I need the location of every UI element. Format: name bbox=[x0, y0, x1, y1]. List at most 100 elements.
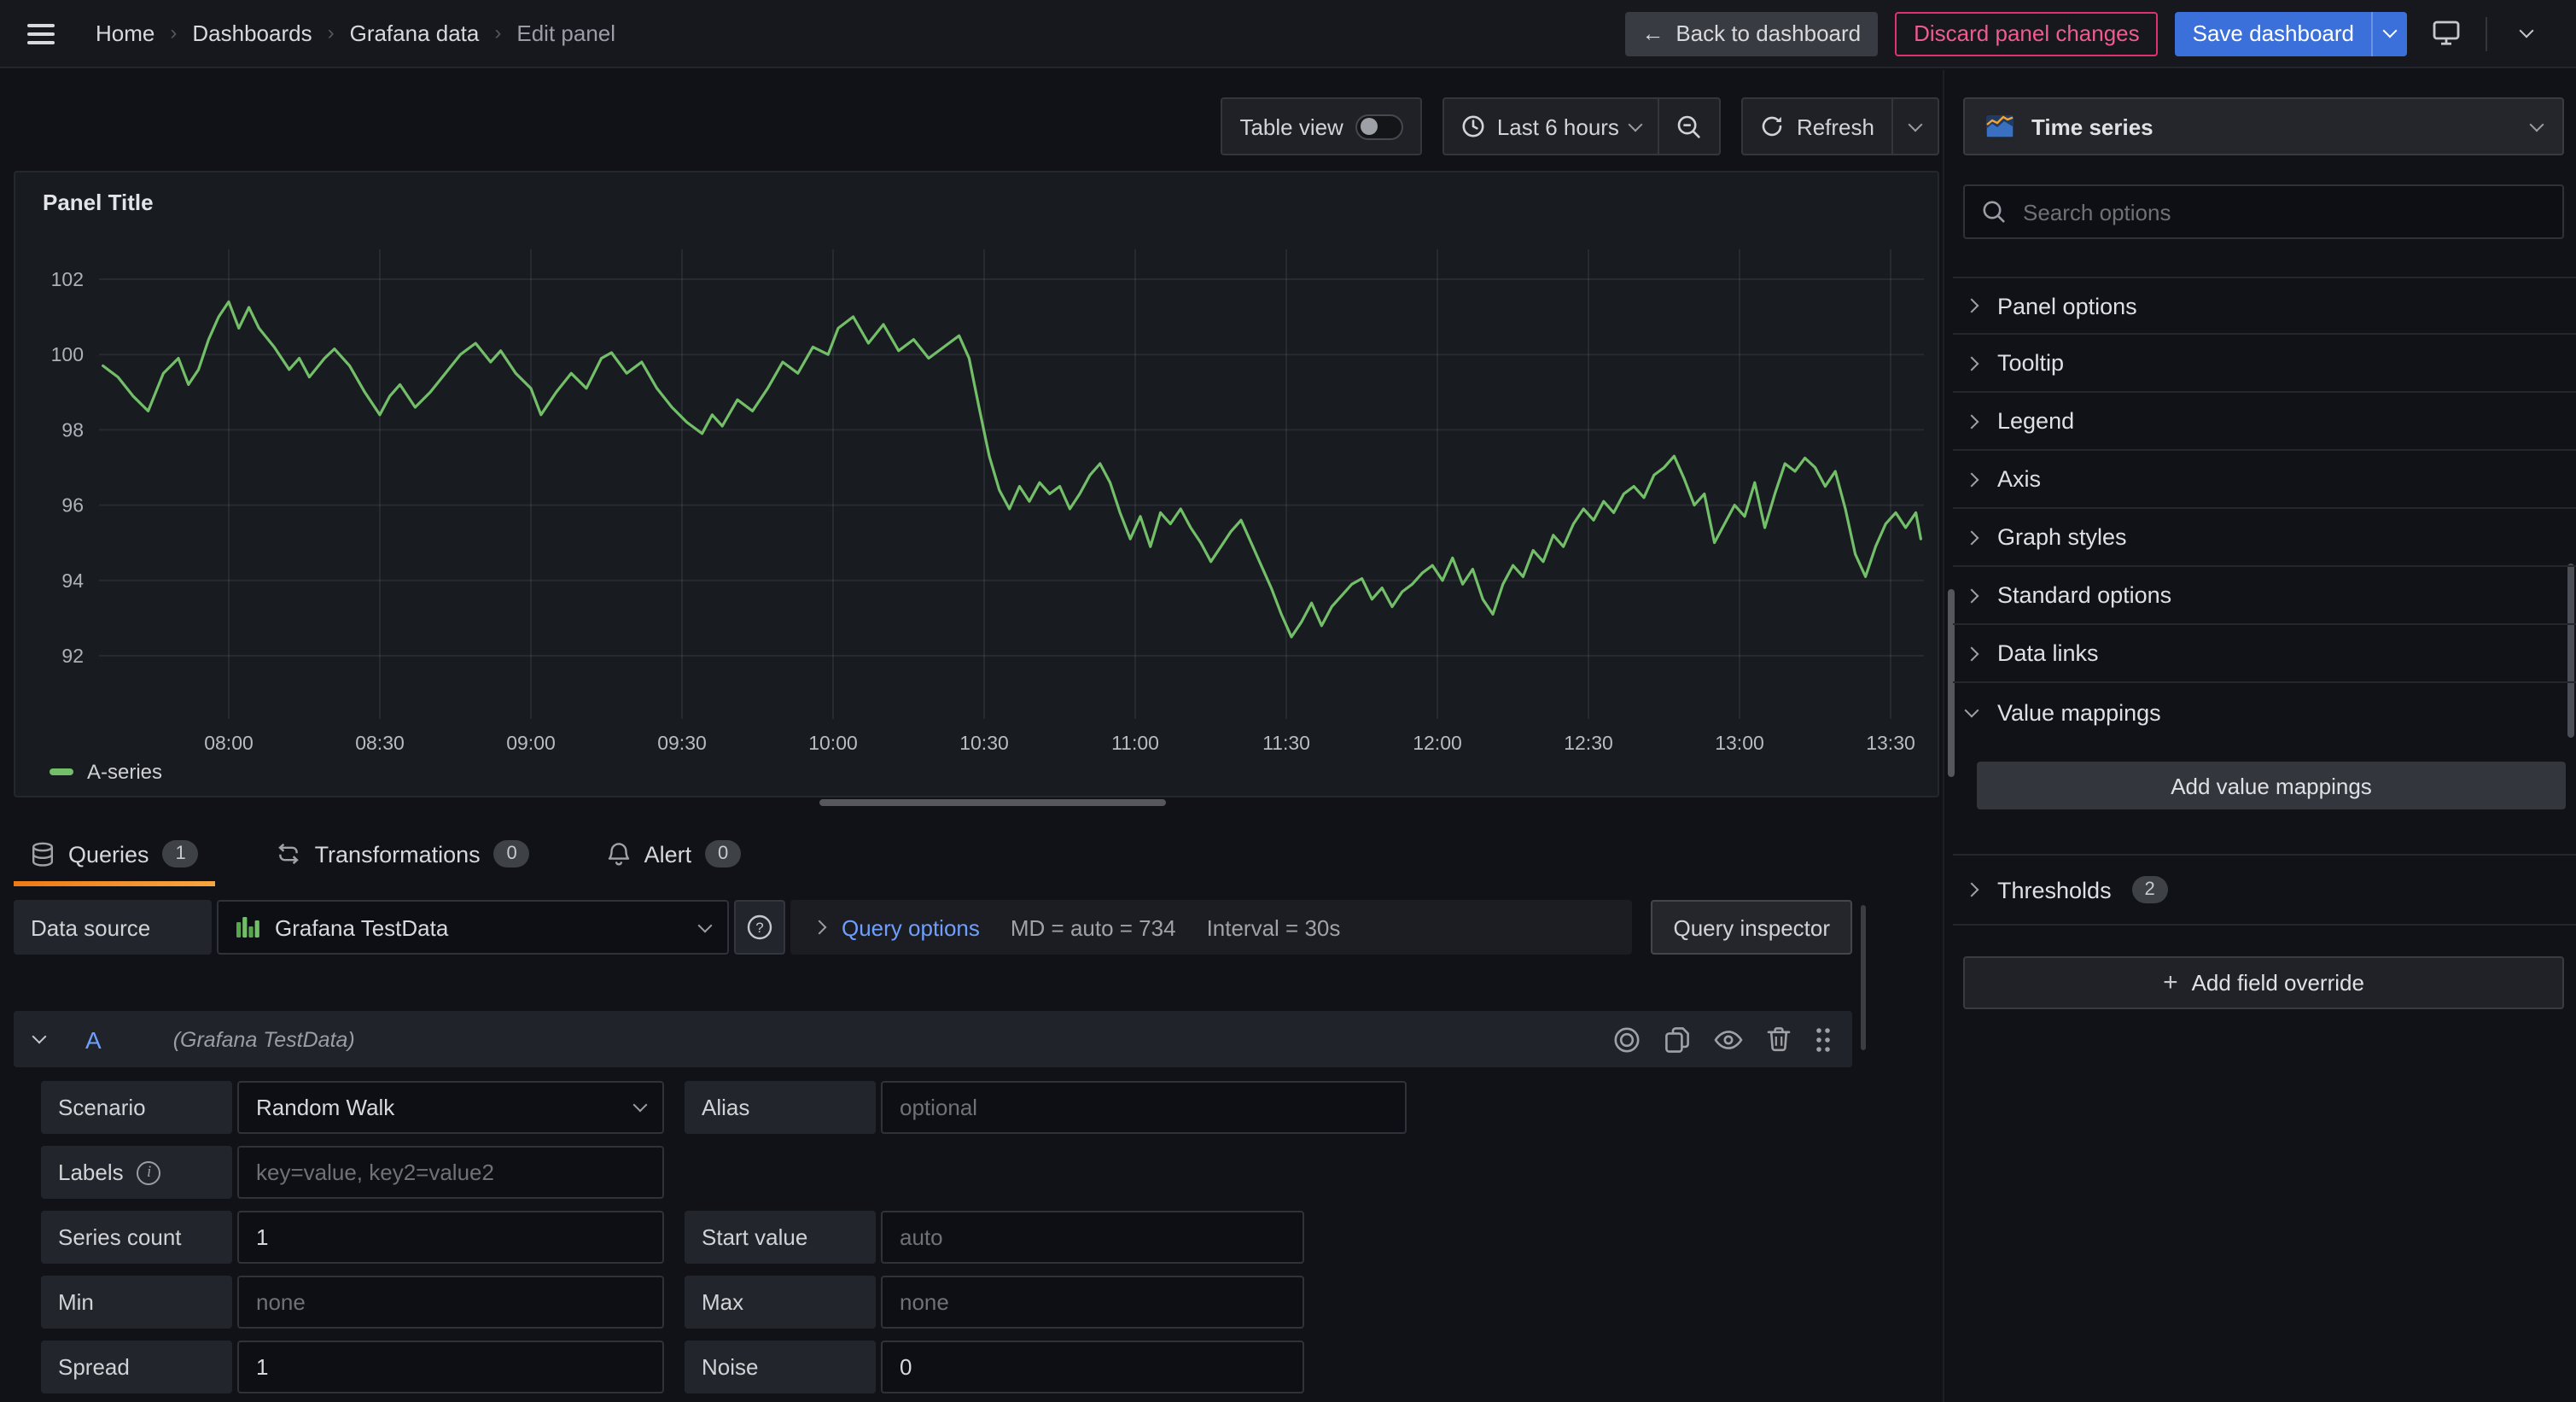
svg-text:10:30: 10:30 bbox=[959, 732, 1009, 754]
form-row-series-count: Series count Start value bbox=[41, 1211, 1304, 1264]
disable-query-icon[interactable] bbox=[1613, 1025, 1641, 1053]
section-value-mappings[interactable]: Value mappings bbox=[1953, 683, 2576, 741]
save-dashboard-label: Save dashboard bbox=[2176, 11, 2371, 55]
refresh-button[interactable]: Refresh bbox=[1744, 99, 1891, 154]
form-row-spread-noise: Spread Noise bbox=[41, 1341, 1304, 1393]
drag-handle-icon[interactable] bbox=[1815, 1025, 1832, 1053]
noise-input[interactable] bbox=[881, 1341, 1304, 1393]
section-legend[interactable]: Legend bbox=[1953, 393, 2576, 451]
search-icon bbox=[1982, 200, 2006, 224]
section-data-links[interactable]: Data links bbox=[1953, 625, 2576, 683]
section-thresholds[interactable]: Thresholds 2 bbox=[1953, 854, 2576, 926]
add-field-override-button[interactable]: + Add field override bbox=[1963, 956, 2564, 1009]
labels-input[interactable] bbox=[237, 1146, 664, 1199]
max-input[interactable] bbox=[881, 1276, 1304, 1329]
alias-input[interactable] bbox=[881, 1081, 1407, 1134]
tv-mode-icon[interactable] bbox=[2424, 11, 2468, 55]
panel-controls: Table view Last 6 hours Refresh bbox=[14, 97, 1939, 155]
svg-text:94: 94 bbox=[61, 570, 84, 592]
chart-panel: Panel Title 1021009896949208:0008:3009:0… bbox=[14, 171, 1939, 797]
breadcrumb-separator: › bbox=[494, 20, 501, 44]
spread-input[interactable] bbox=[237, 1341, 664, 1393]
start-value-input[interactable] bbox=[881, 1211, 1304, 1264]
visualization-picker[interactable]: Time series bbox=[1963, 97, 2564, 155]
svg-text:?: ? bbox=[755, 920, 763, 936]
series-count-label: Series count bbox=[41, 1211, 232, 1264]
bell-icon bbox=[609, 841, 631, 867]
svg-text:92: 92 bbox=[61, 645, 84, 667]
collapse-query-icon[interactable] bbox=[32, 1030, 47, 1044]
horizontal-scrollbar[interactable] bbox=[819, 799, 1166, 806]
section-standard-options[interactable]: Standard options bbox=[1953, 567, 2576, 625]
datasource-help-button[interactable]: ? bbox=[734, 900, 785, 955]
scenario-select[interactable]: Random Walk bbox=[237, 1081, 664, 1134]
options-search-input[interactable] bbox=[2019, 197, 2545, 226]
eye-icon[interactable] bbox=[1714, 1029, 1743, 1049]
trash-icon[interactable] bbox=[1767, 1026, 1791, 1052]
options-pane-divider[interactable] bbox=[1943, 70, 1944, 1402]
min-input[interactable] bbox=[237, 1276, 664, 1329]
breadcrumb-dashboards[interactable]: Dashboards bbox=[192, 20, 312, 46]
section-graph-styles[interactable]: Graph styles bbox=[1953, 509, 2576, 567]
info-icon[interactable]: i bbox=[137, 1160, 161, 1184]
tab-transformations[interactable]: Transformations 0 bbox=[260, 825, 547, 883]
table-view-label: Table view bbox=[1239, 114, 1343, 139]
refresh-label: Refresh bbox=[1797, 114, 1874, 139]
start-value-label: Start value bbox=[685, 1211, 876, 1264]
min-label: Min bbox=[41, 1276, 232, 1329]
transformations-icon bbox=[277, 842, 301, 866]
query-options-link[interactable]: Query options bbox=[842, 914, 980, 940]
series-count-input[interactable] bbox=[237, 1211, 664, 1264]
table-view-group: Table view bbox=[1221, 97, 1421, 155]
panel-title[interactable]: Panel Title bbox=[43, 190, 154, 215]
time-series-viz-icon bbox=[1985, 114, 2014, 138]
section-tooltip[interactable]: Tooltip bbox=[1953, 335, 2576, 393]
discard-panel-changes-button[interactable]: Discard panel changes bbox=[1895, 11, 2159, 55]
breadcrumb-dashboard-name[interactable]: Grafana data bbox=[350, 20, 480, 46]
tab-alert-count: 0 bbox=[705, 840, 741, 867]
breadcrumb-separator: › bbox=[328, 20, 335, 44]
query-ref-id[interactable]: A bbox=[85, 1025, 102, 1053]
value-mappings-body: Add value mappings bbox=[1953, 741, 2576, 854]
time-range-picker[interactable]: Last 6 hours bbox=[1444, 99, 1658, 154]
legend-label: A-series bbox=[87, 760, 162, 784]
section-panel-options[interactable]: Panel options bbox=[1953, 277, 2576, 335]
tab-queries[interactable]: Queries 1 bbox=[14, 825, 216, 883]
refresh-interval-caret[interactable] bbox=[1891, 99, 1938, 154]
tab-alert[interactable]: Alert 0 bbox=[592, 825, 759, 883]
svg-text:102: 102 bbox=[51, 268, 84, 290]
menu-icon[interactable] bbox=[27, 11, 72, 55]
editor-tabs: Queries 1 Transformations 0 Alert 0 bbox=[14, 825, 758, 883]
query-options-bar: Query options MD = auto = 734 Interval =… bbox=[790, 900, 1632, 955]
duplicate-query-icon[interactable] bbox=[1664, 1025, 1690, 1053]
refresh-icon bbox=[1761, 114, 1785, 138]
save-dashboard-caret[interactable] bbox=[2371, 11, 2407, 55]
add-value-mappings-button[interactable]: Add value mappings bbox=[1977, 762, 2566, 809]
back-to-dashboard-button[interactable]: ← Back to dashboard bbox=[1624, 11, 1878, 55]
query-options-chevron-icon[interactable] bbox=[813, 920, 827, 935]
query-datasource-hint: (Grafana TestData) bbox=[173, 1027, 355, 1051]
tab-transformations-label: Transformations bbox=[315, 841, 481, 867]
scenario-value: Random Walk bbox=[256, 1095, 394, 1120]
query-row-header[interactable]: A (Grafana TestData) bbox=[14, 1011, 1852, 1067]
svg-text:11:00: 11:00 bbox=[1111, 732, 1159, 754]
zoom-out-button[interactable] bbox=[1658, 99, 1720, 154]
save-dashboard-button[interactable]: Save dashboard bbox=[2176, 11, 2407, 55]
time-range-label: Last 6 hours bbox=[1497, 114, 1619, 139]
legend-item-a-series[interactable]: A-series bbox=[50, 760, 162, 784]
svg-text:11:30: 11:30 bbox=[1262, 732, 1310, 754]
table-view-switch[interactable] bbox=[1355, 114, 1403, 139]
time-series-chart[interactable]: 1021009896949208:0008:3009:0009:3010:001… bbox=[15, 241, 1938, 753]
table-view-toggle[interactable]: Table view bbox=[1222, 99, 1419, 154]
bottom-pane-scrollbar[interactable] bbox=[1861, 905, 1866, 1050]
section-axis[interactable]: Axis bbox=[1953, 451, 2576, 509]
nav-chevron-down-icon[interactable] bbox=[2504, 11, 2549, 55]
query-inspector-button[interactable]: Query inspector bbox=[1651, 900, 1852, 955]
datasource-picker[interactable]: Grafana TestData bbox=[217, 900, 729, 955]
form-row-scenario: Scenario Random Walk Alias bbox=[41, 1081, 1407, 1134]
breadcrumb-edit-panel: Edit panel bbox=[516, 20, 615, 46]
breadcrumb-home[interactable]: Home bbox=[96, 20, 154, 46]
scenario-label: Scenario bbox=[41, 1081, 232, 1134]
tab-transformations-count: 0 bbox=[494, 840, 530, 867]
max-data-points-summary: MD = auto = 734 bbox=[1011, 914, 1176, 940]
